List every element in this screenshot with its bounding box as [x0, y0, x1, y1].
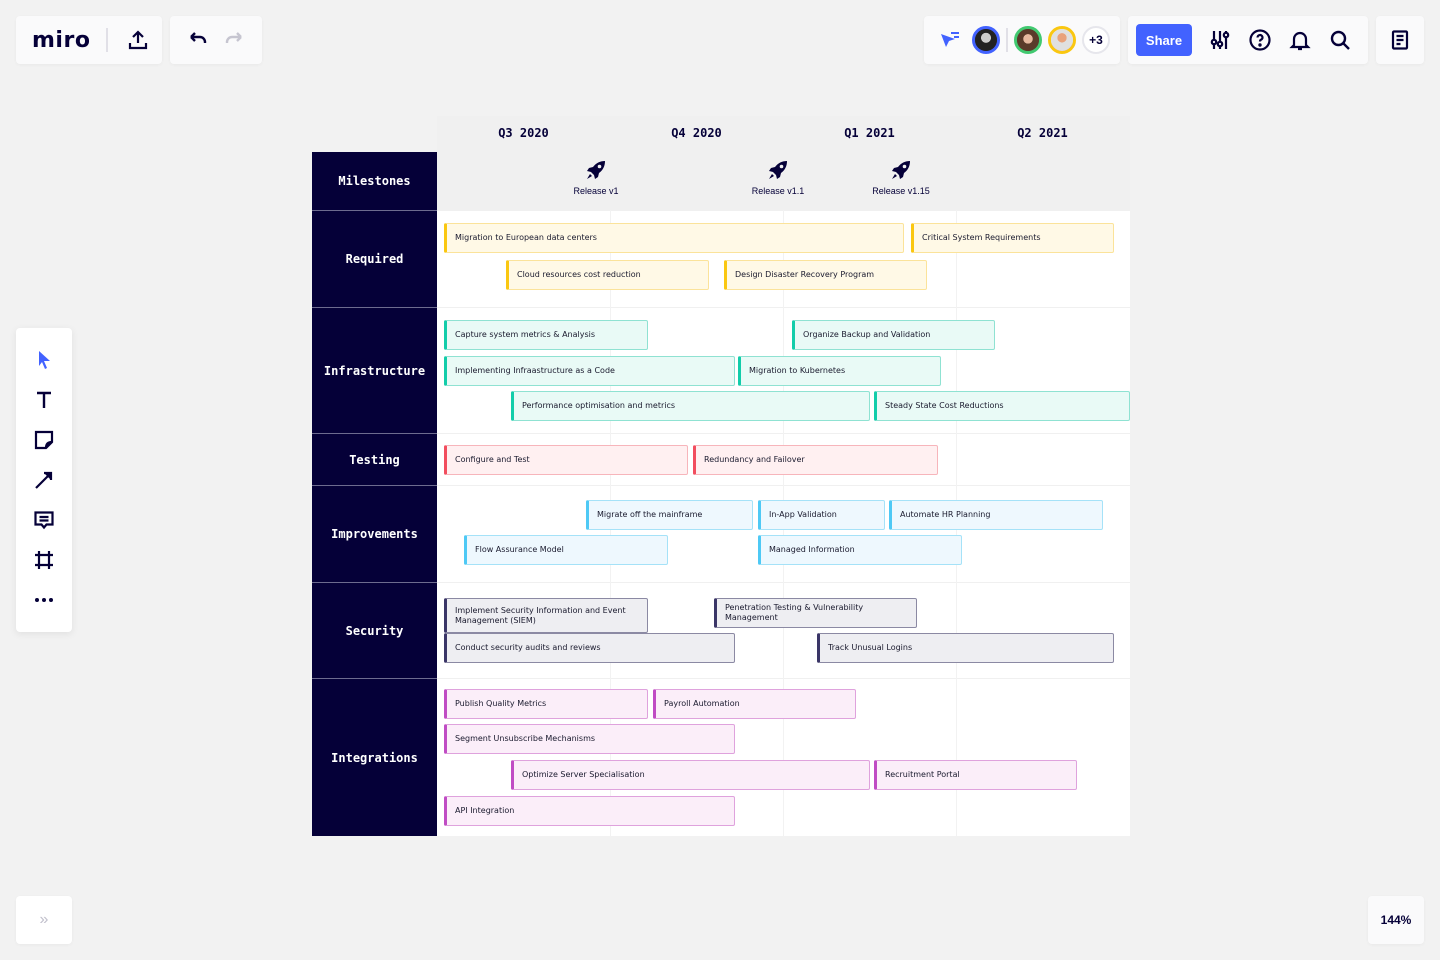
- roadmap-card[interactable]: Redundancy and Failover: [693, 445, 938, 475]
- double-chevron-right-icon: »: [39, 911, 49, 928]
- milestone[interactable]: Release v1.15: [861, 158, 941, 196]
- undo-button[interactable]: [182, 24, 214, 56]
- search-button[interactable]: [1324, 24, 1356, 56]
- lane-label-integrations: Integrations: [312, 679, 437, 836]
- roadmap-card[interactable]: Migration to Kubernetes: [738, 356, 941, 386]
- search-icon: [1330, 30, 1350, 50]
- quarter-label: Q3 2020: [498, 126, 549, 140]
- roadmap-card[interactable]: Managed Information: [758, 535, 962, 565]
- roadmap-card[interactable]: Segment Unsubscribe Mechanisms: [444, 724, 735, 754]
- zoom-level-value: 144%: [1380, 913, 1412, 927]
- divider: [106, 28, 109, 52]
- roadmap-card[interactable]: Migration to European data centers: [444, 223, 904, 253]
- roadmap-card[interactable]: Track Unusual Logins: [817, 633, 1114, 663]
- avatar-user-1[interactable]: [972, 26, 1000, 54]
- help-icon: [1249, 29, 1271, 51]
- notes-panel: [1376, 16, 1424, 64]
- roadmap-card[interactable]: Recruitment Portal: [874, 760, 1077, 790]
- help-button[interactable]: [1244, 24, 1276, 56]
- board-notes-button[interactable]: [1384, 24, 1416, 56]
- lane-label-milestones: Milestones: [312, 152, 437, 211]
- creation-toolbar: [16, 328, 72, 632]
- bell-icon: [1289, 31, 1311, 51]
- roadmap-card[interactable]: Implement Security Information and Event…: [444, 598, 648, 633]
- roadmap-card[interactable]: Critical System Requirements: [911, 223, 1114, 253]
- cursor-follow-icon: [941, 32, 959, 47]
- milestone-label: Release v1.1: [751, 186, 805, 196]
- lane-label-improvements: Improvements: [312, 486, 437, 583]
- roadmap-card[interactable]: Capture system metrics & Analysis: [444, 320, 648, 350]
- lane-label-security: Security: [312, 583, 437, 679]
- roadmap-card[interactable]: Migrate off the mainframe: [586, 500, 753, 530]
- miro-logo[interactable]: miro: [32, 28, 90, 53]
- upload-icon: [129, 30, 148, 50]
- select-tool-button[interactable]: [28, 344, 60, 376]
- roadmap-card[interactable]: API Integration: [444, 796, 735, 826]
- quarter-header: Q3 2020 Q4 2020 Q1 2021 Q2 2021: [437, 116, 1130, 152]
- export-button[interactable]: [122, 24, 154, 56]
- roadmap-card[interactable]: Conduct security audits and reviews: [444, 633, 735, 663]
- sticky-note-icon: [34, 430, 54, 450]
- expand-panel-button[interactable]: »: [16, 896, 72, 944]
- document-icon: [1391, 30, 1409, 50]
- roadmap-card[interactable]: Flow Assurance Model: [464, 535, 668, 565]
- milestone-label: Release v1: [573, 186, 619, 196]
- comment-tool-button[interactable]: [28, 504, 60, 536]
- text-tool-button[interactable]: [28, 384, 60, 416]
- board-tools-panel: Share: [1128, 16, 1368, 64]
- roadmap-card[interactable]: Penetration Testing & Vulnerability Mana…: [714, 598, 917, 628]
- divider: [1006, 28, 1008, 52]
- roadmap-card[interactable]: Implementing Infraastructure as a Code: [444, 356, 735, 386]
- roadmap-card[interactable]: Automate HR Planning: [889, 500, 1103, 530]
- frame-tool-button[interactable]: [28, 544, 60, 576]
- zoom-level-button[interactable]: 144%: [1368, 896, 1424, 944]
- roadmap-card[interactable]: Steady State Cost Reductions: [874, 391, 1130, 421]
- arrow-icon: [35, 471, 53, 489]
- roadmap-card[interactable]: Payroll Automation: [653, 689, 856, 719]
- frame-icon: [35, 551, 53, 569]
- redo-button[interactable]: [218, 24, 250, 56]
- cursor-icon: [39, 351, 50, 369]
- more-tools-button[interactable]: [28, 584, 60, 616]
- notifications-button[interactable]: [1284, 24, 1316, 56]
- milestone[interactable]: Release v1: [556, 158, 636, 196]
- roadmap-card[interactable]: In-App Validation: [758, 500, 885, 530]
- comment-icon: [34, 511, 54, 530]
- follow-cursor-button[interactable]: [934, 24, 966, 56]
- quarter-label: Q4 2020: [671, 126, 722, 140]
- quarter-label: Q1 2021: [844, 126, 895, 140]
- roadmap-board: Q3 2020 Q4 2020 Q1 2021 Q2 2021 Mileston…: [312, 116, 1130, 836]
- milestone-label: Release v1.15: [872, 186, 930, 196]
- roadmap-card[interactable]: Configure and Test: [444, 445, 688, 475]
- rocket-icon: [587, 161, 605, 179]
- rocket-icon: [769, 161, 787, 179]
- roadmap-card[interactable]: Organize Backup and Validation: [792, 320, 995, 350]
- more-icon: [35, 598, 53, 602]
- undo-icon: [190, 32, 207, 43]
- roadmap-card[interactable]: Design Disaster Recovery Program: [724, 260, 927, 290]
- lane-label-infrastructure: Infrastructure: [312, 308, 437, 434]
- avatar-user-2[interactable]: [1014, 26, 1042, 54]
- sliders-icon: [1210, 31, 1230, 49]
- line-tool-button[interactable]: [28, 464, 60, 496]
- share-button[interactable]: Share: [1136, 24, 1192, 56]
- milestone[interactable]: Release v1.1: [738, 158, 818, 196]
- logo-panel: miro: [16, 16, 162, 64]
- roadmap-card[interactable]: Optimize Server Specialisation: [511, 760, 870, 790]
- more-collaborators-badge[interactable]: +3: [1082, 26, 1110, 54]
- sticky-note-tool-button[interactable]: [28, 424, 60, 456]
- redo-icon: [225, 32, 242, 43]
- roadmap-card[interactable]: Performance optimisation and metrics: [511, 391, 870, 421]
- quarter-label: Q2 2021: [1017, 126, 1068, 140]
- roadmap-card[interactable]: Publish Quality Metrics: [444, 689, 648, 719]
- lane-label-testing: Testing: [312, 434, 437, 486]
- text-icon: [37, 391, 51, 408]
- roadmap-card[interactable]: Cloud resources cost reduction: [506, 260, 709, 290]
- collaborators-panel: +3: [924, 16, 1120, 64]
- avatar-user-3[interactable]: [1048, 26, 1076, 54]
- history-panel: [170, 16, 262, 64]
- rocket-icon: [892, 161, 910, 179]
- settings-button[interactable]: [1204, 24, 1236, 56]
- lane-label-required: Required: [312, 211, 437, 308]
